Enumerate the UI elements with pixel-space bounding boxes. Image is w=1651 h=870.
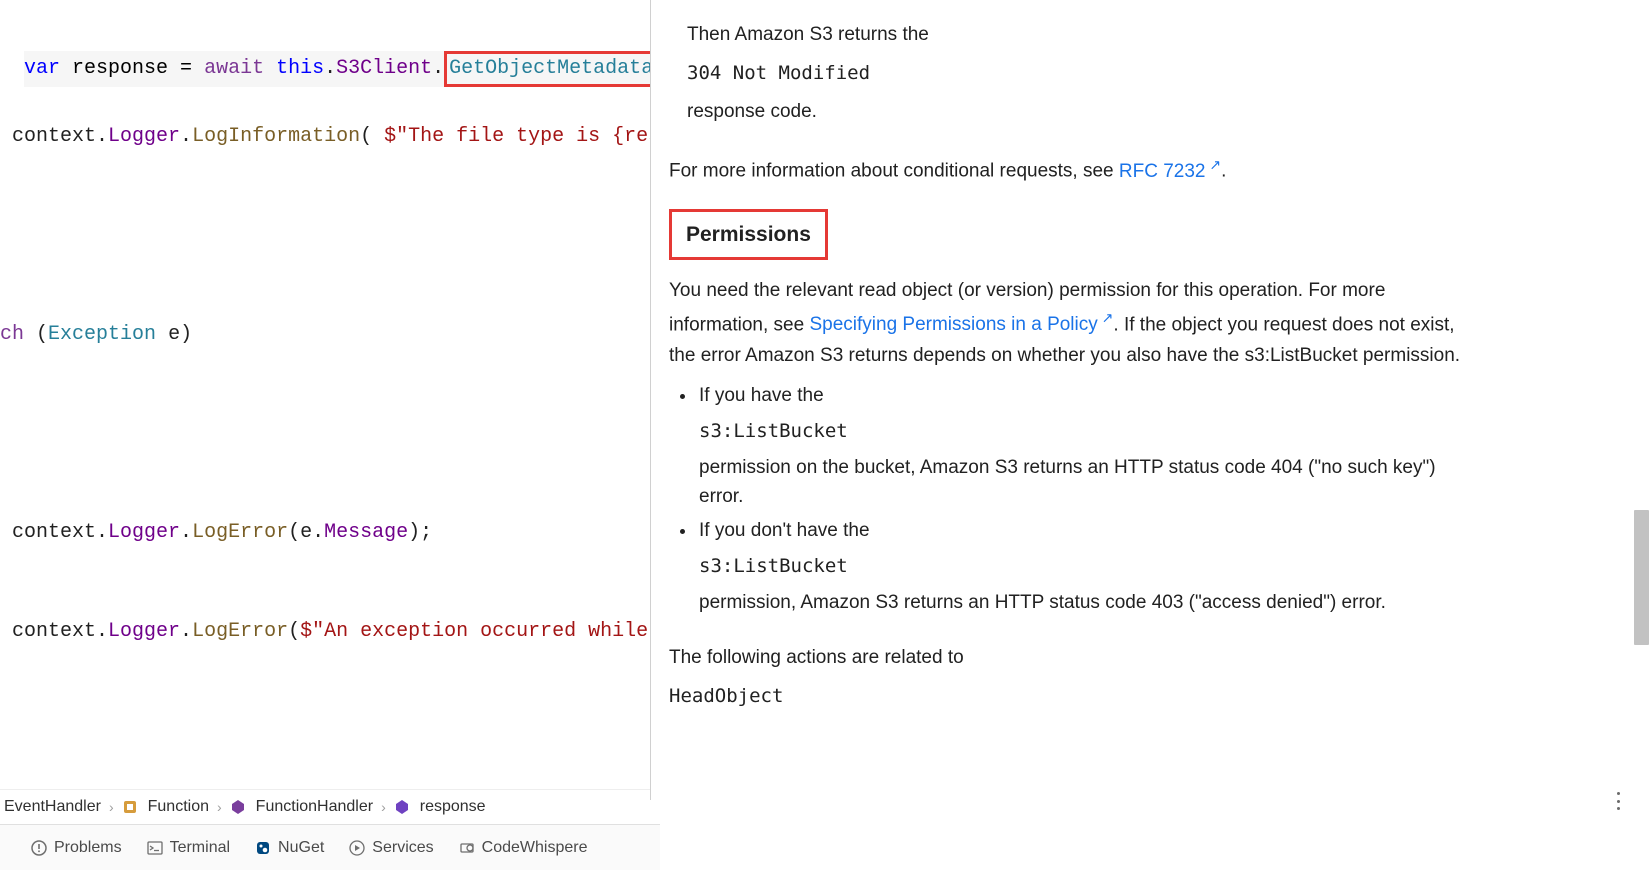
code-line-blank-1 <box>0 219 650 252</box>
doc-intro-block: Then Amazon S3 returns the 304 Not Modif… <box>669 20 1482 127</box>
doc-code-inline: HeadObject <box>669 681 1482 711</box>
tab-nuget[interactable]: NuGet <box>254 839 324 857</box>
doc-code-inline: 304 Not Modified <box>687 58 1482 88</box>
play-icon <box>348 839 366 857</box>
doc-text: response code. <box>687 97 1482 127</box>
external-link-icon: ↗ <box>1098 310 1114 326</box>
doc-link-rfc[interactable]: RFC 7232 ↗ <box>1119 161 1221 182</box>
permissions-heading: Permissions <box>669 209 828 261</box>
chevron-right-icon: › <box>381 799 386 815</box>
breadcrumb-item[interactable]: EventHandler <box>4 798 101 816</box>
code-line-1[interactable]: var response = await this.S3Client.GetOb… <box>24 51 650 87</box>
breadcrumb-item[interactable]: response <box>420 798 486 816</box>
scrollbar-thumb[interactable] <box>1634 510 1649 645</box>
code-editor[interactable]: var response = await this.S3Client.GetOb… <box>0 0 650 735</box>
external-link-icon: ↗ <box>1206 156 1222 172</box>
doc-paragraph: You need the relevant read object (or ve… <box>669 276 1482 371</box>
terminal-icon <box>146 839 164 857</box>
tool-window-bar: Problems Terminal NuGet Services CodeWhi… <box>0 824 660 870</box>
code-line-blank-3 <box>0 714 650 735</box>
chevron-right-icon: › <box>217 799 222 815</box>
codewhisperer-icon <box>458 839 476 857</box>
breadcrumb: EventHandler › Function › FunctionHandle… <box>0 789 650 823</box>
tab-codewhisperer[interactable]: CodeWhispere <box>458 839 588 857</box>
tab-terminal[interactable]: Terminal <box>146 839 230 857</box>
doc-paragraph: For more information about conditional r… <box>669 153 1482 187</box>
keyword-var: var <box>24 57 60 80</box>
variable-icon <box>394 799 410 815</box>
method-icon <box>230 799 246 815</box>
breadcrumb-item[interactable]: Function <box>148 798 209 816</box>
doc-bullet-list: If you have the s3:ListBucket permission… <box>669 381 1482 617</box>
list-item: If you have the s3:ListBucket permission… <box>697 381 1482 512</box>
more-options-icon[interactable] <box>1609 792 1627 810</box>
class-icon <box>122 799 138 815</box>
nuget-icon <box>254 839 272 857</box>
doc-text: Then Amazon S3 returns the <box>687 20 1482 50</box>
code-line-3[interactable]: ch (Exception e) <box>0 318 650 351</box>
code-line-2[interactable]: context.Logger.LogInformation( $"The fil… <box>0 120 650 153</box>
list-item: If you don't have the s3:ListBucket perm… <box>697 516 1482 617</box>
code-line-4[interactable]: context.Logger.LogError(e.Message); <box>0 516 650 549</box>
warning-icon <box>30 839 48 857</box>
breadcrumb-item[interactable]: FunctionHandler <box>256 798 373 816</box>
keyword-this: this <box>276 57 324 80</box>
doc-paragraph: The following actions are related to <box>669 643 1482 673</box>
chevron-right-icon: › <box>109 799 114 815</box>
tab-services[interactable]: Services <box>348 839 433 857</box>
tab-problems[interactable]: Problems <box>30 839 122 857</box>
documentation-popup[interactable]: Then Amazon S3 returns the 304 Not Modif… <box>650 0 1500 800</box>
code-line-5[interactable]: context.Logger.LogError($"An exception o… <box>0 615 650 648</box>
highlighted-method-call[interactable]: GetObjectMetadataAsync <box>444 51 650 87</box>
code-line-blank-2 <box>0 417 650 450</box>
doc-link-policy[interactable]: Specifying Permissions in a Policy ↗ <box>809 314 1113 335</box>
keyword-await: await <box>204 57 264 80</box>
